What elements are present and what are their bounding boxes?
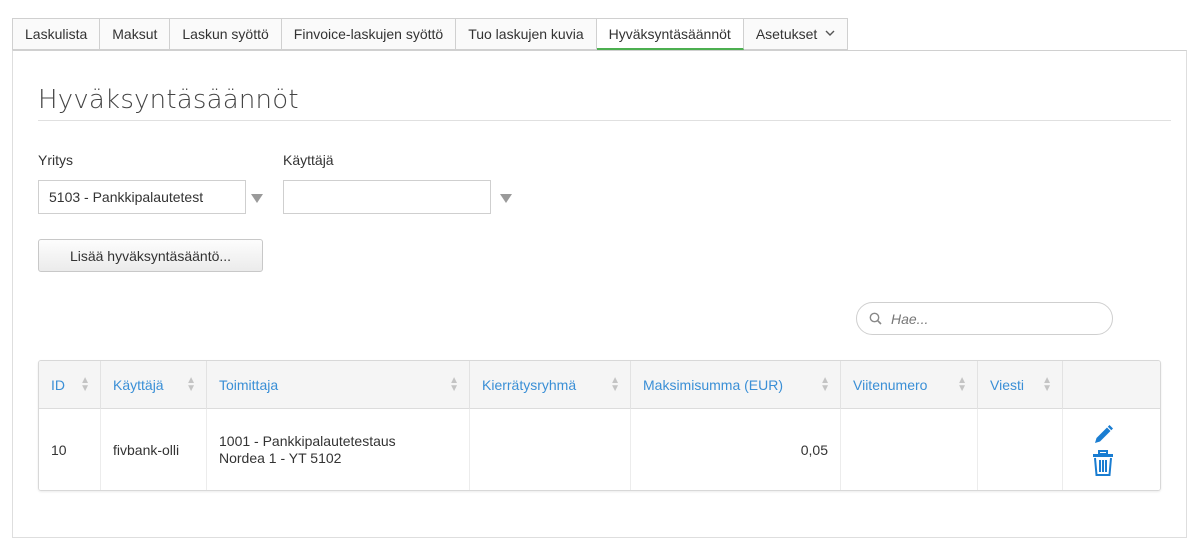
tab-hyvaksyntasaannot[interactable]: Hyväksyntäsäännöt bbox=[596, 18, 744, 50]
user-dropdown-arrow-icon[interactable] bbox=[500, 194, 512, 203]
tab-tuo-kuvia[interactable]: Tuo laskujen kuvia bbox=[456, 18, 597, 50]
col-actions bbox=[1063, 361, 1160, 409]
company-select[interactable]: 5103 - Pankkipalautetest bbox=[38, 180, 246, 214]
sort-icon: ▲ ▼ bbox=[186, 375, 196, 394]
search-icon bbox=[869, 312, 882, 325]
trash-icon[interactable] bbox=[1092, 450, 1114, 476]
sort-icon: ▲ ▼ bbox=[80, 375, 90, 394]
add-rule-button[interactable]: Lisää hyväksyntäsääntö... bbox=[38, 239, 263, 272]
search-input[interactable] bbox=[889, 309, 1089, 328]
cell-viesti bbox=[978, 409, 1063, 490]
col-viesti[interactable]: Viesti ▲ ▼ bbox=[978, 361, 1063, 409]
company-dropdown-arrow-icon[interactable] bbox=[251, 194, 263, 203]
cell-toimittaja: 1001 - Pankkipalautetestaus Nordea 1 - Y… bbox=[207, 409, 470, 490]
cell-kayttaja: fivbank-olli bbox=[101, 409, 207, 490]
page-title: Hyväksyntäsäännöt bbox=[38, 85, 299, 115]
search-box[interactable] bbox=[856, 302, 1113, 335]
company-label: Yritys bbox=[38, 152, 73, 168]
tab-maksut[interactable]: Maksut bbox=[100, 18, 171, 50]
table-row: 10 fivbank-olli 1001 - Pankkipalautetest… bbox=[39, 409, 1160, 490]
col-toimittaja[interactable]: Toimittaja ▲ ▼ bbox=[207, 361, 470, 409]
col-maksimisumma[interactable]: Maksimisumma (EUR) ▲ ▼ bbox=[631, 361, 841, 409]
tab-laskun-syotto[interactable]: Laskun syöttö bbox=[170, 18, 282, 50]
sort-icon: ▲ ▼ bbox=[449, 375, 459, 394]
cell-kierratysryhma bbox=[470, 409, 631, 490]
title-divider bbox=[38, 120, 1171, 121]
sort-icon: ▲ ▼ bbox=[957, 375, 967, 394]
col-id[interactable]: ID ▲ ▼ bbox=[39, 361, 101, 409]
col-kayttaja[interactable]: Käyttäjä ▲ ▼ bbox=[101, 361, 207, 409]
sort-icon: ▲ ▼ bbox=[1042, 375, 1052, 394]
sort-icon: ▲ ▼ bbox=[610, 375, 620, 394]
tab-bar: Laskulista Maksut Laskun syöttö Finvoice… bbox=[12, 18, 849, 50]
col-kierratysryhma[interactable]: Kierrätysryhmä ▲ ▼ bbox=[470, 361, 631, 409]
rules-table: ID ▲ ▼ Käyttäjä ▲ ▼ Toimittaja ▲ ▼ Kierräty… bbox=[38, 360, 1161, 491]
cell-maksimisumma: 0,05 bbox=[631, 409, 841, 490]
tab-laskulista[interactable]: Laskulista bbox=[12, 18, 101, 50]
user-select[interactable] bbox=[283, 180, 491, 214]
tab-finvoice-syotto[interactable]: Finvoice-laskujen syöttö bbox=[281, 18, 457, 50]
cell-viitenumero bbox=[841, 409, 978, 490]
table-header: ID ▲ ▼ Käyttäjä ▲ ▼ Toimittaja ▲ ▼ Kierräty… bbox=[39, 361, 1160, 409]
sort-icon: ▲ ▼ bbox=[820, 375, 830, 394]
content-panel: Hyväksyntäsäännöt Yritys 5103 - Pankkipa… bbox=[12, 50, 1187, 538]
user-label: Käyttäjä bbox=[283, 152, 334, 168]
cell-actions bbox=[1063, 409, 1160, 490]
col-viitenumero[interactable]: Viitenumero ▲ ▼ bbox=[841, 361, 978, 409]
cell-id: 10 bbox=[39, 409, 101, 490]
pencil-icon[interactable] bbox=[1092, 424, 1114, 446]
chevron-down-icon bbox=[825, 28, 835, 40]
tab-asetukset[interactable]: Asetukset bbox=[743, 18, 849, 50]
